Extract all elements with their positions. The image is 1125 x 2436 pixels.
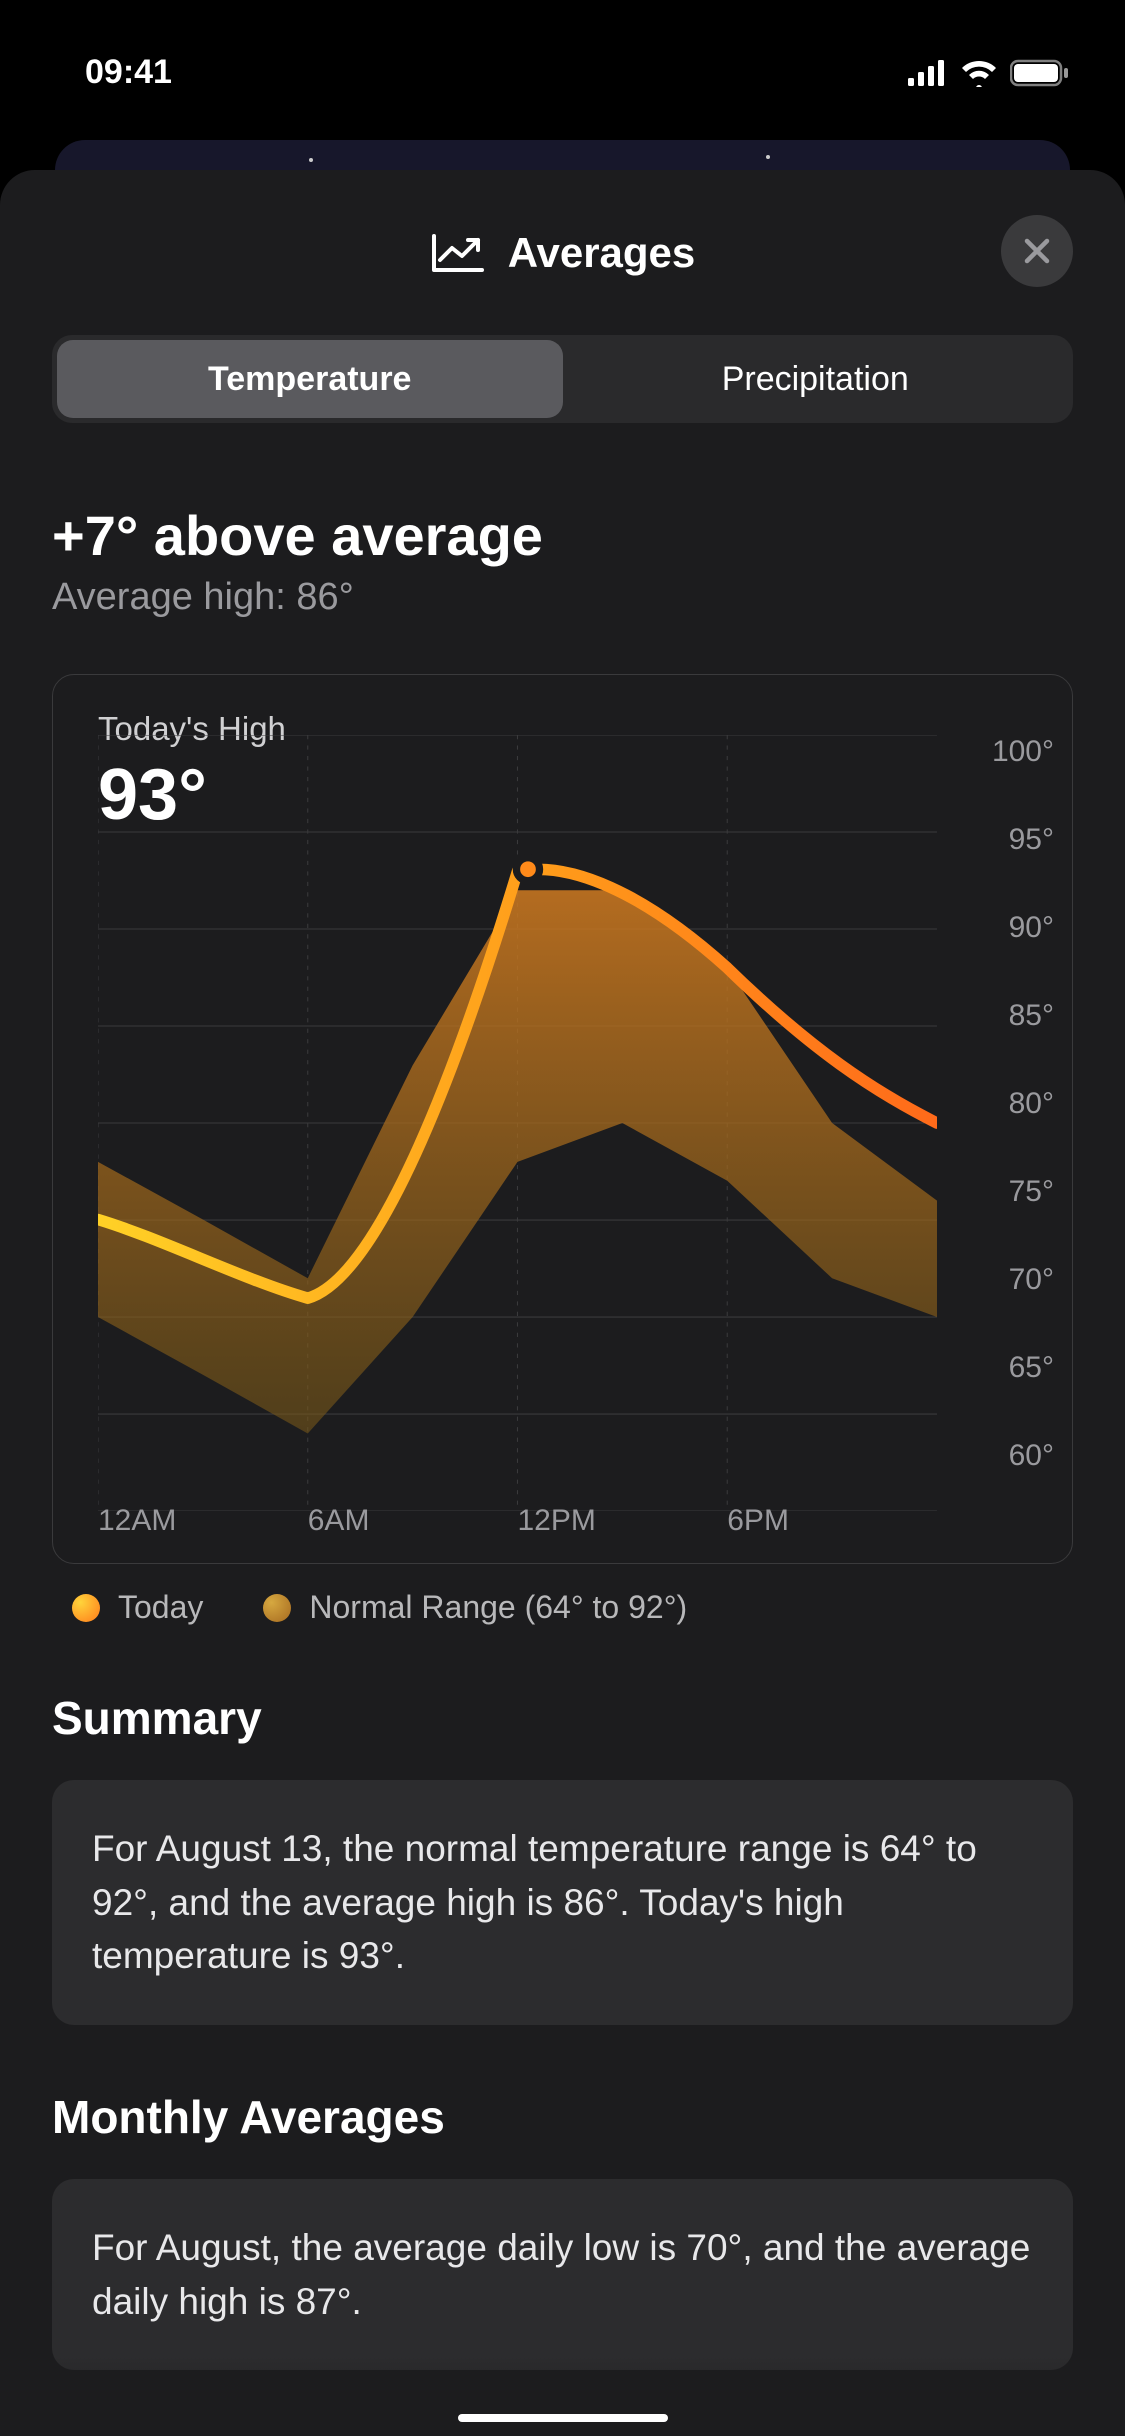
legend-today: Today <box>72 1589 203 1626</box>
y-tick: 100° <box>992 735 1054 769</box>
monthly-averages-card: For August, the average daily low is 70°… <box>52 2179 1073 2370</box>
home-indicator[interactable] <box>458 2414 668 2422</box>
y-tick: 90° <box>1009 911 1054 945</box>
today-peak-dot <box>516 858 539 881</box>
averages-sheet: Averages Temperature Precipitation +7° a… <box>0 170 1125 2436</box>
wifi-icon <box>960 59 998 87</box>
x-tick: 6AM <box>308 1504 518 1538</box>
close-button[interactable] <box>1001 215 1073 287</box>
segmented-control[interactable]: Temperature Precipitation <box>52 335 1073 423</box>
x-tick: 12AM <box>98 1504 308 1538</box>
x-tick: 6PM <box>727 1504 937 1538</box>
close-icon <box>1022 236 1052 266</box>
legend-normal-range: Normal Range (64° to 92°) <box>263 1589 687 1626</box>
x-axis-labels: 12AM 6AM 12PM 6PM <box>98 1504 937 1538</box>
headline-sub: Average high: 86° <box>52 576 1073 619</box>
monthly-averages-title: Monthly Averages <box>52 2090 1073 2144</box>
chart-legend: Today Normal Range (64° to 92°) <box>52 1589 1073 1626</box>
y-tick: 75° <box>1009 1175 1054 1209</box>
status-indicators <box>908 59 1070 87</box>
headline: +7° above average Average high: 86° <box>52 503 1073 619</box>
y-tick: 85° <box>1009 999 1054 1033</box>
status-bar: 09:41 <box>0 0 1125 120</box>
status-time: 09:41 <box>85 53 172 92</box>
y-tick: 65° <box>1009 1351 1054 1385</box>
y-tick: 95° <box>1009 823 1054 857</box>
headline-main: +7° above average <box>52 503 1073 568</box>
tab-precipitation[interactable]: Precipitation <box>563 340 1069 418</box>
y-tick: 80° <box>1009 1087 1054 1121</box>
x-tick: 12PM <box>518 1504 728 1538</box>
sheet-title: Averages <box>508 229 696 277</box>
chart-card: Today's High 93° <box>52 674 1073 1564</box>
y-tick: 60° <box>1009 1439 1054 1473</box>
legend-today-swatch <box>72 1594 100 1622</box>
battery-icon <box>1010 59 1070 87</box>
chart-line-icon <box>430 232 486 274</box>
normal-range-band <box>98 890 937 1433</box>
tab-temperature[interactable]: Temperature <box>57 340 563 418</box>
temperature-chart <box>98 735 937 1511</box>
legend-range-swatch <box>263 1594 291 1622</box>
y-tick: 70° <box>1009 1263 1054 1297</box>
legend-today-label: Today <box>118 1589 203 1626</box>
summary-title: Summary <box>52 1691 1073 1745</box>
legend-range-label: Normal Range (64° to 92°) <box>309 1589 687 1626</box>
y-axis-labels: 100° 95° 90° 85° 80° 75° 70° 65° 60° <box>992 735 1054 1473</box>
monthly-averages-text: For August, the average daily low is 70°… <box>92 2227 1030 2322</box>
summary-card: For August 13, the normal temperature ra… <box>52 1780 1073 2025</box>
cellular-icon <box>908 60 948 86</box>
summary-text: For August 13, the normal temperature ra… <box>92 1828 977 1976</box>
sheet-header: Averages <box>52 205 1073 300</box>
